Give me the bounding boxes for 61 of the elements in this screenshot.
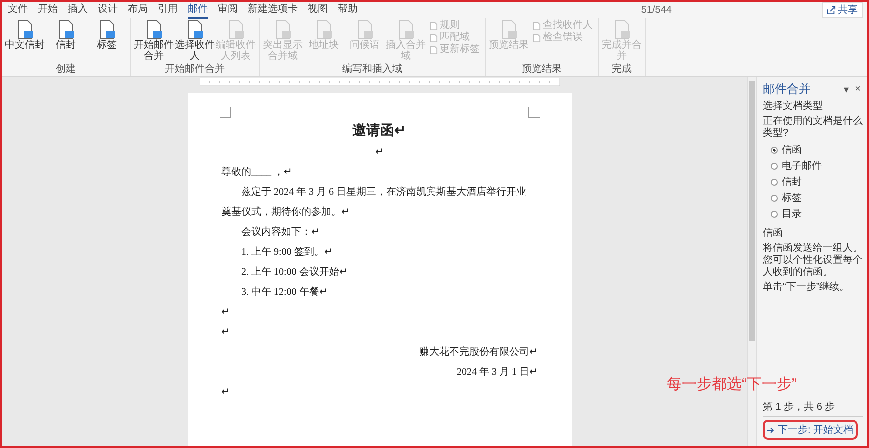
ribbon-tab[interactable]: 文件 xyxy=(8,2,28,19)
next-step-link[interactable]: 下一步: 开始文档 xyxy=(767,423,854,437)
question-text: 正在使用的文档是什么类型? xyxy=(763,116,863,140)
group-label: 编写和插入域 xyxy=(342,64,402,76)
page-counter: 51/544 xyxy=(641,4,672,16)
document-paragraph: 2024 年 3 月 1 日↵ xyxy=(456,366,538,380)
radio-option[interactable]: 信函 xyxy=(771,143,863,157)
document-paragraph: 1. 上午 9:00 签到。↵ xyxy=(240,246,334,260)
radio-button[interactable] xyxy=(771,194,778,202)
document-paragraph: 2. 上午 10:00 会议开始↵ xyxy=(240,266,348,280)
crop-mark-icon xyxy=(528,107,540,119)
ribbon-button[interactable]: 开始邮件合并 xyxy=(134,20,174,62)
step-indicator: 第 1 步，共 6 步 xyxy=(763,402,863,417)
ribbon-button[interactable]: 信封 xyxy=(46,20,86,51)
ribbon-tab[interactable]: 开始 xyxy=(38,2,58,19)
close-button[interactable]: × xyxy=(853,84,863,95)
group-label: 完成 xyxy=(612,64,632,76)
ribbon-tab[interactable]: 新建选项卡 xyxy=(248,2,298,19)
radio-button[interactable] xyxy=(771,210,778,218)
radio-option[interactable]: 电子邮件 xyxy=(771,159,863,173)
ribbon-tab[interactable]: 设计 xyxy=(98,2,118,19)
document-paragraph: 奠基仪式，期待你的参加。↵ xyxy=(222,206,350,220)
document-paragraph: 尊敬的____ ，↵ xyxy=(222,166,293,180)
instruction-text: 单击“下一步”继续。 xyxy=(763,282,851,294)
document-paragraph: ↵ xyxy=(222,386,230,400)
share-icon xyxy=(827,6,836,14)
arrow-icon xyxy=(767,426,775,434)
document-paragraph: 兹定于 2024 年 3 月 6 日星期三，在济南凯宾斯基大酒店举行开业 xyxy=(240,186,528,200)
description-heading: 信函 xyxy=(763,228,784,240)
annotation-text: 每一步都选“下一步” xyxy=(667,375,797,394)
group-label: 开始邮件合并 xyxy=(165,64,225,76)
group-label: 创建 xyxy=(56,64,76,76)
document-paragraph: 会议内容如下：↵ xyxy=(240,226,320,240)
document-paragraph: ↵ xyxy=(222,326,230,340)
radio-button[interactable] xyxy=(771,162,778,170)
radio-button[interactable] xyxy=(771,178,778,186)
description-text: 将信函发送给一组人。您可以个性化设置每个人收到的信函。 xyxy=(763,243,863,279)
ribbon-tab[interactable]: 审阅 xyxy=(218,2,238,19)
ribbon-tab[interactable]: 布局 xyxy=(128,2,148,19)
ribbon-button[interactable]: 中文信封 xyxy=(5,20,45,51)
share-button[interactable]: 共享 xyxy=(822,2,863,18)
group-label: 预览结果 xyxy=(522,64,562,76)
radio-option[interactable]: 目录 xyxy=(771,207,863,221)
ribbon-tab[interactable]: 视图 xyxy=(308,2,328,19)
document-paragraph: 3. 中午 12:00 午餐↵ xyxy=(240,286,328,300)
ribbon-tab[interactable]: 引用 xyxy=(158,2,178,19)
document-paragraph: ↵ xyxy=(222,306,230,320)
document-paragraph: 赚大花不完股份有限公司↵ xyxy=(418,346,538,360)
ribbon-button[interactable]: 选择收件人 xyxy=(175,20,215,62)
document-paragraph: 邀请函↵ xyxy=(352,122,408,141)
ribbon-button[interactable]: 标签 xyxy=(87,20,127,51)
ribbon-tab[interactable]: 帮助 xyxy=(338,2,358,19)
radio-option[interactable]: 标签 xyxy=(771,191,863,205)
pane-title: 邮件合并 xyxy=(763,81,812,98)
section-heading: 选择文档类型 xyxy=(763,101,824,113)
ribbon-tab[interactable]: 插入 xyxy=(68,2,88,19)
pane-menu-button[interactable]: ▾ xyxy=(842,84,852,96)
radio-button[interactable] xyxy=(771,146,778,154)
radio-option[interactable]: 信封 xyxy=(771,175,863,189)
crop-mark-icon xyxy=(220,107,232,119)
document-paragraph: ↵ xyxy=(374,146,384,160)
